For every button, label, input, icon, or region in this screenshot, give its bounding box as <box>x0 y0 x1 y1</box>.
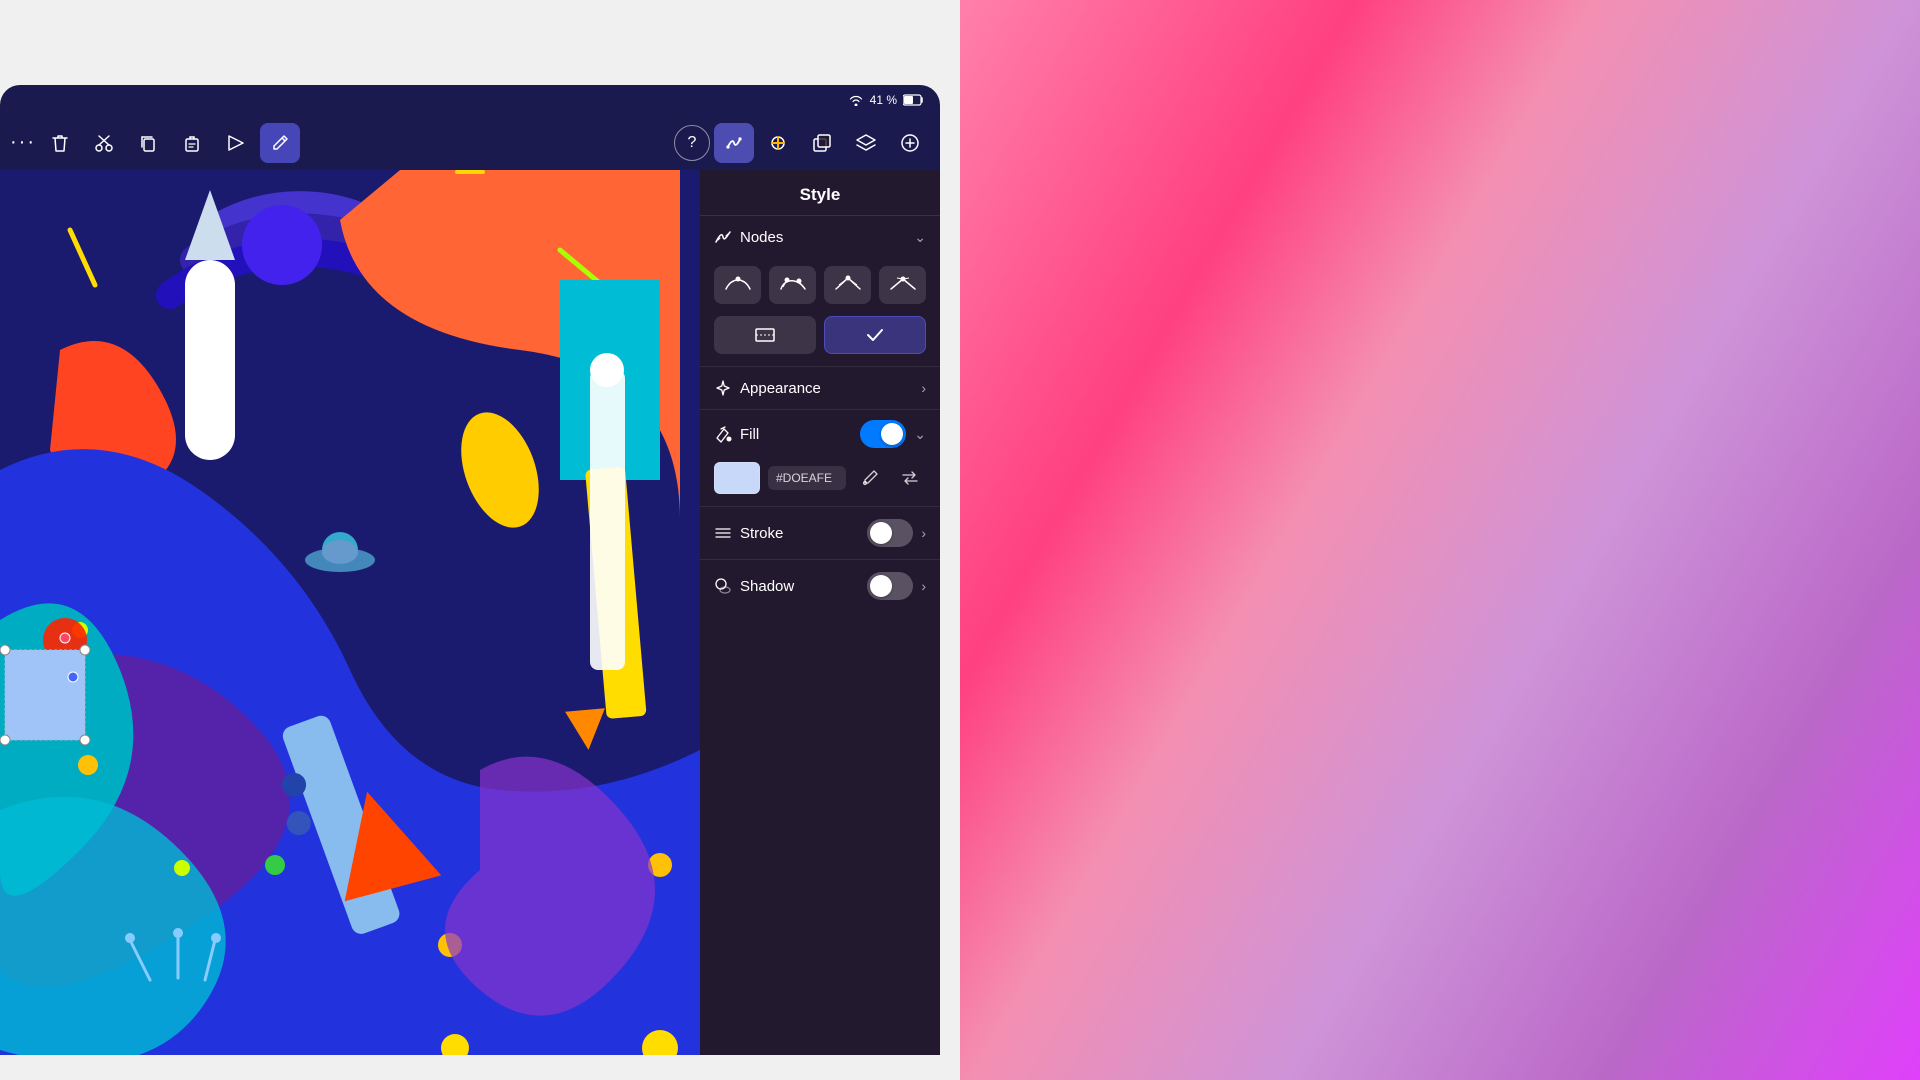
copy-button[interactable] <box>128 123 168 163</box>
panel-title: Style <box>700 170 940 216</box>
appearance-header-left: Appearance <box>714 379 821 397</box>
nodes-row2 <box>700 316 940 366</box>
shadow-chevron[interactable]: › <box>921 578 926 594</box>
node-corner-button[interactable] <box>879 266 926 304</box>
stroke-label: Stroke <box>740 525 783 542</box>
color-hex-input[interactable]: #DOEAFE <box>768 466 846 490</box>
canvas-area[interactable]: Style Nodes ⌄ <box>0 170 940 1055</box>
stroke-left: Stroke <box>714 524 783 542</box>
stroke-toggle[interactable] <box>867 519 913 547</box>
help-button[interactable]: ? <box>674 125 710 161</box>
color-swatch[interactable] <box>714 462 760 494</box>
shadow-label: Shadow <box>740 578 794 595</box>
duplicate-button[interactable] <box>802 123 842 163</box>
status-bar: 41 % <box>0 85 940 115</box>
toolbar: ··· <box>0 115 940 170</box>
more-dots[interactable]: ··· <box>10 131 36 154</box>
node-cusp-button[interactable] <box>824 266 871 304</box>
fill-toggle-knob <box>881 423 903 445</box>
wifi-icon <box>848 94 864 106</box>
nodes-icon <box>714 228 732 246</box>
color-row: #DOEAFE <box>700 458 940 506</box>
appearance-icon <box>714 379 732 397</box>
node-smooth-button[interactable] <box>714 266 761 304</box>
appearance-label: Appearance <box>740 380 821 397</box>
fill-chevron[interactable]: ⌄ <box>914 426 926 443</box>
appearance-section: Appearance › <box>700 367 940 410</box>
stroke-chevron[interactable]: › <box>921 525 926 541</box>
fill-section: Fill ⌄ #DOE <box>700 410 940 507</box>
fill-left: Fill <box>714 425 759 443</box>
eyedropper-button[interactable] <box>854 462 886 494</box>
shadow-icon <box>714 577 732 595</box>
delete-button[interactable] <box>40 123 80 163</box>
right-panel: Style Nodes ⌄ <box>700 170 940 1055</box>
battery-percent: 41 % <box>870 93 897 107</box>
shadow-toggle[interactable] <box>867 572 913 600</box>
ipad-screen: 41 % ··· <box>0 85 940 1055</box>
illustration <box>0 170 700 1055</box>
shadow-right: › <box>867 572 926 600</box>
stroke-icon <box>714 524 732 542</box>
ipad-device: 41 % ··· <box>0 0 980 1080</box>
fill-label: Fill <box>740 426 759 443</box>
fill-row: Fill ⌄ <box>700 410 940 458</box>
nodes-section: Nodes ⌄ <box>700 216 940 367</box>
active-indicator <box>455 170 485 174</box>
nodes-grid <box>700 258 940 316</box>
swap-button[interactable] <box>894 462 926 494</box>
pen-button[interactable] <box>260 123 300 163</box>
node-asymmetric-button[interactable] <box>769 266 816 304</box>
transform-button[interactable] <box>216 123 256 163</box>
toolbar-right: ? <box>674 123 930 163</box>
appearance-chevron: › <box>921 380 926 396</box>
style-button[interactable] <box>758 123 798 163</box>
cut-button[interactable] <box>84 123 124 163</box>
stroke-toggle-knob <box>870 522 892 544</box>
nodes-section-header[interactable]: Nodes ⌄ <box>700 216 940 258</box>
background-gradient <box>960 0 1920 1080</box>
shadow-toggle-knob <box>870 575 892 597</box>
nodes-button[interactable] <box>714 123 754 163</box>
paste-button[interactable] <box>172 123 212 163</box>
toolbar-left: ··· <box>10 123 300 163</box>
fill-icon <box>714 425 732 443</box>
nodes-chevron: ⌄ <box>914 229 926 246</box>
add-button[interactable] <box>890 123 930 163</box>
status-bar-right: 41 % <box>848 93 925 107</box>
stroke-right: › <box>867 519 926 547</box>
nodes-label: Nodes <box>740 229 783 246</box>
fill-toggle[interactable] <box>860 420 906 448</box>
nodes-header-left: Nodes <box>714 228 783 246</box>
shadow-section: Shadow › <box>700 560 940 612</box>
node-check-button[interactable] <box>824 316 926 354</box>
battery-icon <box>903 94 925 106</box>
layers-button[interactable] <box>846 123 886 163</box>
fill-right: ⌄ <box>860 420 926 448</box>
appearance-section-header[interactable]: Appearance › <box>700 367 940 409</box>
node-rect-button[interactable] <box>714 316 816 354</box>
shadow-left: Shadow <box>714 577 794 595</box>
stroke-section: Stroke › <box>700 507 940 560</box>
